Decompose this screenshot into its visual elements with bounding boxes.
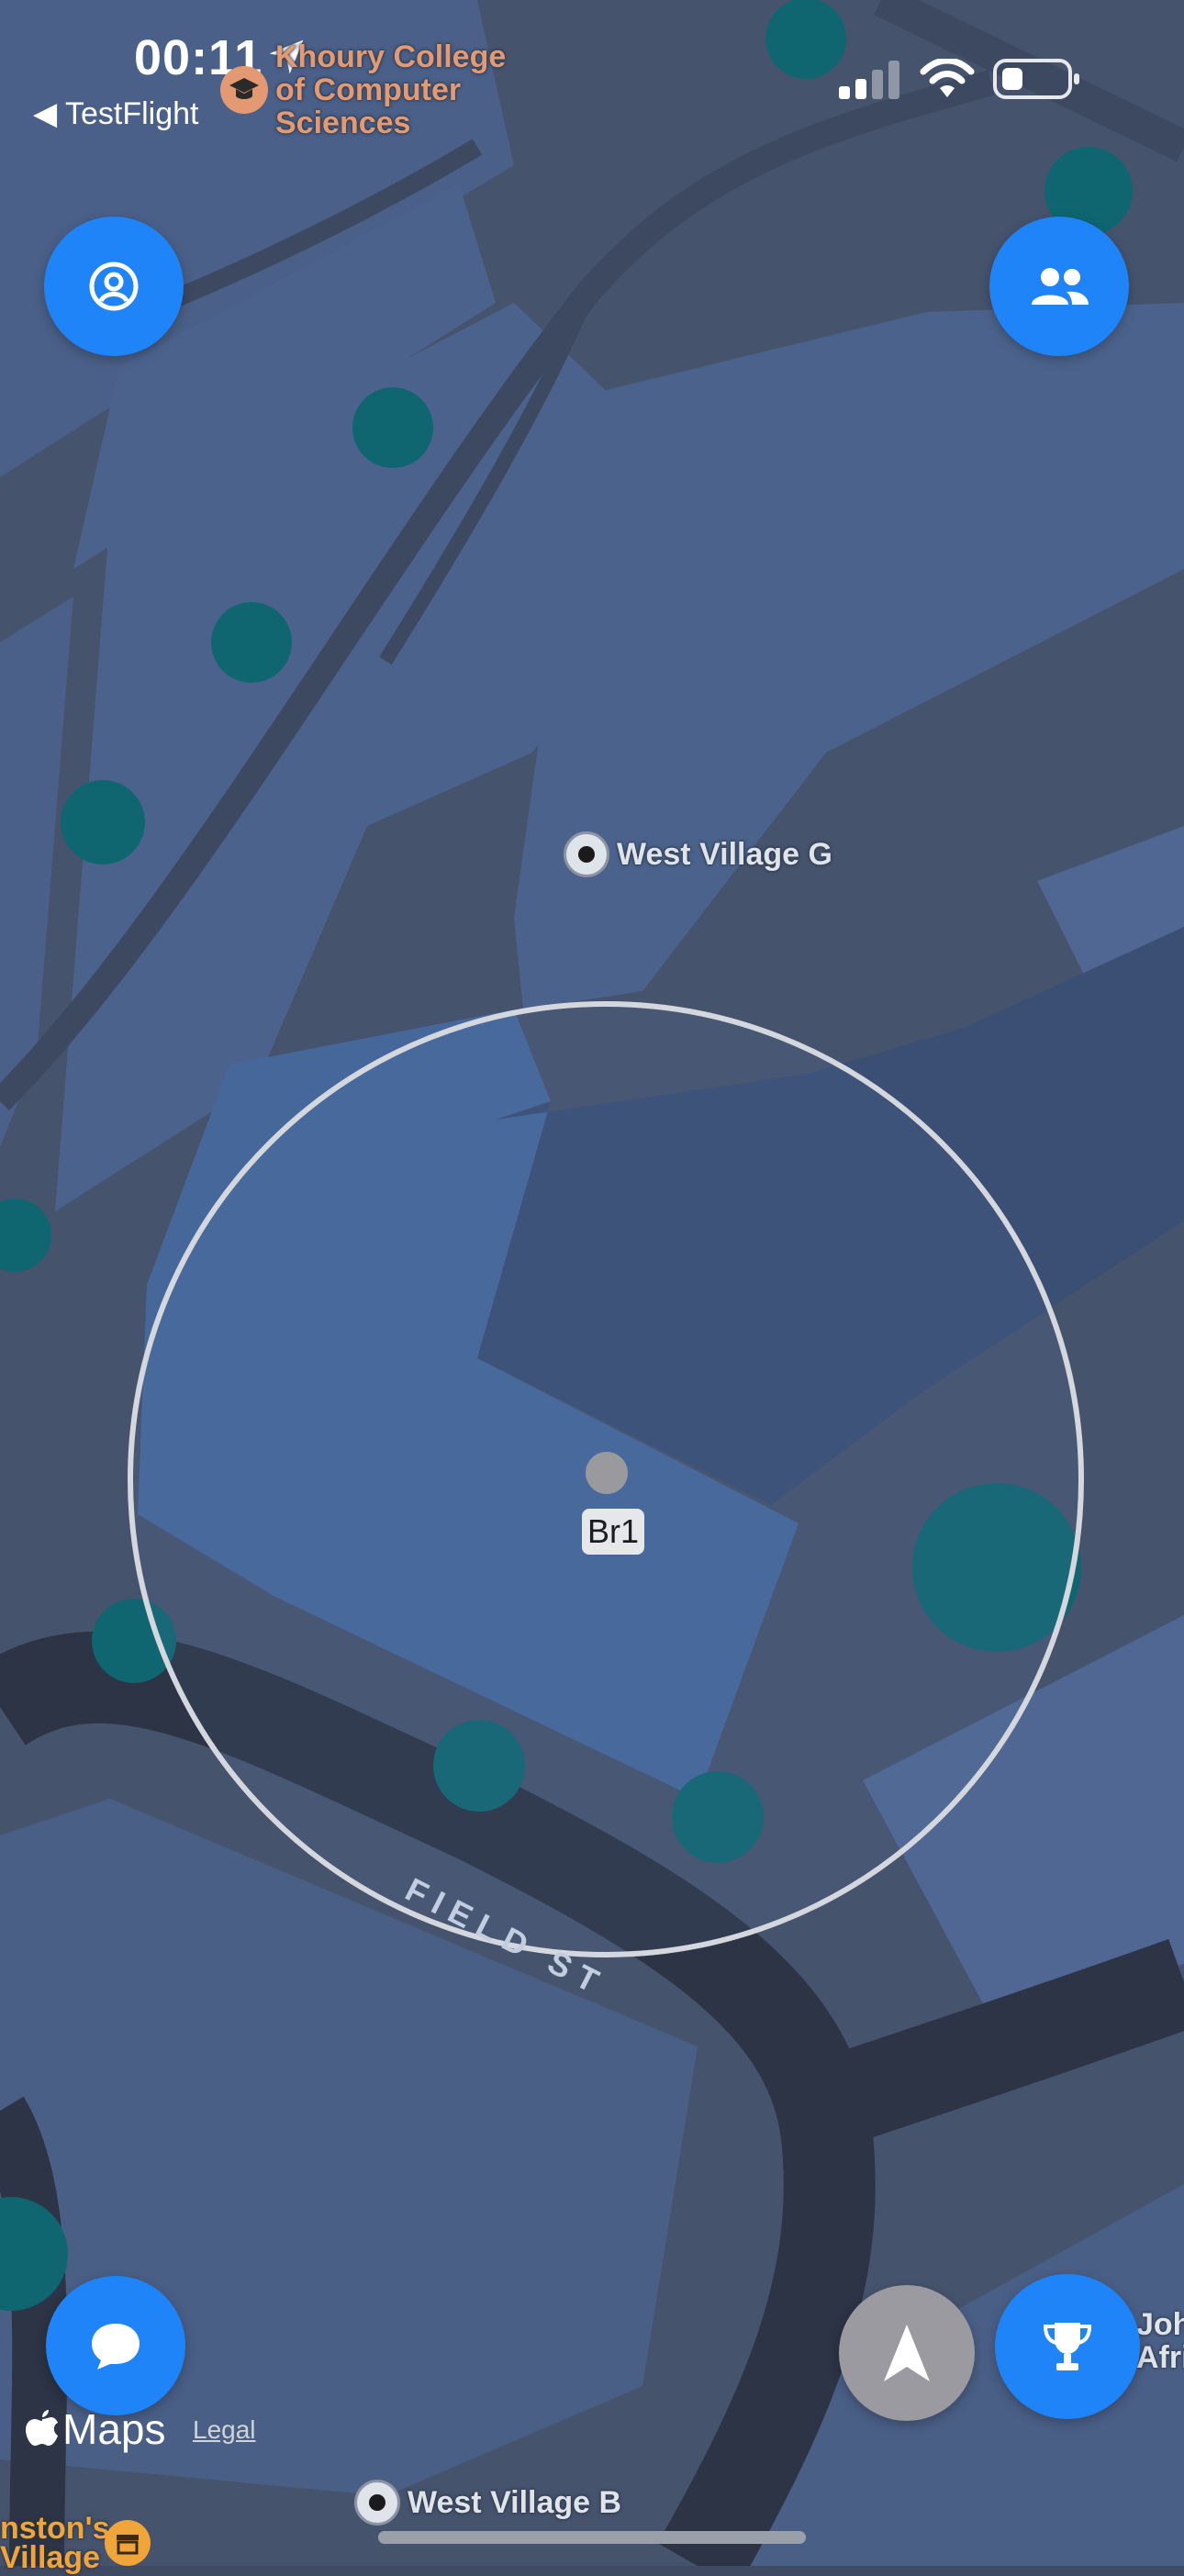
user-location-dot[interactable] xyxy=(586,1452,628,1494)
leaderboard-button[interactable] xyxy=(995,2274,1140,2419)
recenter-location-button[interactable] xyxy=(839,2285,975,2421)
west-village-b-label[interactable]: West Village B xyxy=(408,2485,621,2521)
apple-logo-icon xyxy=(26,2406,59,2451)
person-circle-icon xyxy=(89,262,139,311)
map-canvas[interactable] xyxy=(0,0,1184,2566)
edge-label-left-bottom: Village xyxy=(0,2540,100,2575)
west-village-b-pin-icon[interactable] xyxy=(354,2480,400,2526)
west-village-g-label[interactable]: West Village G xyxy=(617,837,832,873)
tree xyxy=(211,602,292,683)
edge-label-right-top: Joh xyxy=(1136,2307,1184,2342)
signal-bars-icon xyxy=(837,61,901,106)
friends-button[interactable] xyxy=(989,217,1129,356)
trophy-icon xyxy=(1043,2323,1092,2370)
legal-link[interactable]: Legal xyxy=(193,2415,256,2445)
tree xyxy=(765,0,846,79)
school-poi-icon[interactable] xyxy=(220,66,268,114)
edge-label-right-bottom: Afric xyxy=(1136,2340,1184,2375)
tree xyxy=(352,387,433,468)
profile-button[interactable] xyxy=(44,217,184,356)
store-icon[interactable] xyxy=(105,2520,151,2566)
chat-button[interactable] xyxy=(46,2276,185,2415)
school-poi-label[interactable]: Khoury College of Computer Sciences xyxy=(275,40,506,139)
tree xyxy=(61,780,145,864)
wifi-icon xyxy=(920,57,975,104)
navigation-arrow-icon xyxy=(884,2325,930,2381)
west-village-g-pin-icon[interactable] xyxy=(564,831,609,877)
battery-low-icon xyxy=(993,57,1081,106)
two-people-icon xyxy=(1032,268,1089,305)
speech-bubble-icon xyxy=(92,2324,140,2370)
back-to-testflight-link[interactable]: ◀ TestFlight xyxy=(33,95,198,132)
maps-brand: Maps xyxy=(62,2405,166,2453)
user-label[interactable]: Br1 xyxy=(582,1509,645,1555)
home-indicator[interactable] xyxy=(378,2531,806,2544)
